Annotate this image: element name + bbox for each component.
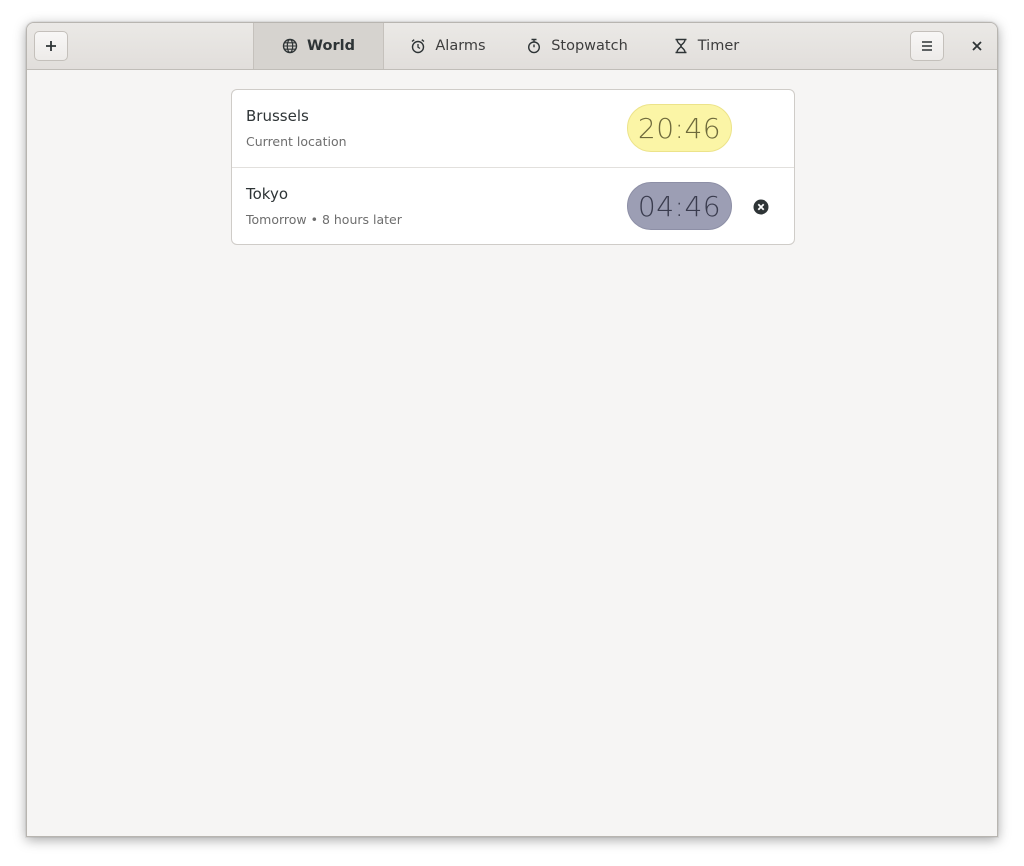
close-icon (972, 41, 982, 51)
clock-time: 04:46 (627, 182, 732, 230)
add-location-button[interactable] (34, 31, 68, 61)
tab-world[interactable]: World (253, 23, 384, 69)
clocks-window: World Alarms Stopwatch Timer Brussels Cu… (26, 22, 998, 837)
tab-label: World (307, 38, 355, 54)
city-name: Tokyo (246, 185, 288, 203)
tab-label: Alarms (435, 38, 486, 54)
globe-icon (282, 38, 298, 54)
tab-label: Stopwatch (551, 38, 628, 54)
world-clocks-list: Brussels Current location 20:46 Tokyo To… (231, 89, 795, 245)
header-bar: World Alarms Stopwatch Timer (27, 23, 997, 70)
tab-alarms[interactable]: Alarms (384, 23, 512, 69)
clock-time: 20:46 (627, 104, 732, 152)
alarm-clock-icon (410, 38, 426, 54)
hamburger-menu-icon (922, 41, 932, 51)
clock-row-tokyo[interactable]: Tokyo Tomorrow • 8 hours later 04:46 (232, 167, 794, 244)
clock-subtitle: Current location (246, 134, 347, 149)
clock-subtitle: Tomorrow • 8 hours later (246, 212, 402, 227)
tab-timer[interactable]: Timer (642, 23, 770, 69)
tab-stopwatch[interactable]: Stopwatch (512, 23, 642, 69)
main-menu-button[interactable] (910, 31, 944, 61)
clock-row-brussels[interactable]: Brussels Current location 20:46 (232, 90, 794, 167)
city-name: Brussels (246, 107, 309, 125)
remove-circle-icon (753, 199, 769, 215)
plus-icon (46, 41, 56, 51)
view-switcher: World Alarms Stopwatch Timer (253, 23, 770, 69)
remove-clock-button[interactable] (750, 196, 772, 218)
window-close-button[interactable] (962, 31, 992, 61)
hourglass-icon (673, 38, 689, 54)
stopwatch-icon (526, 38, 542, 54)
tab-label: Timer (697, 38, 740, 54)
